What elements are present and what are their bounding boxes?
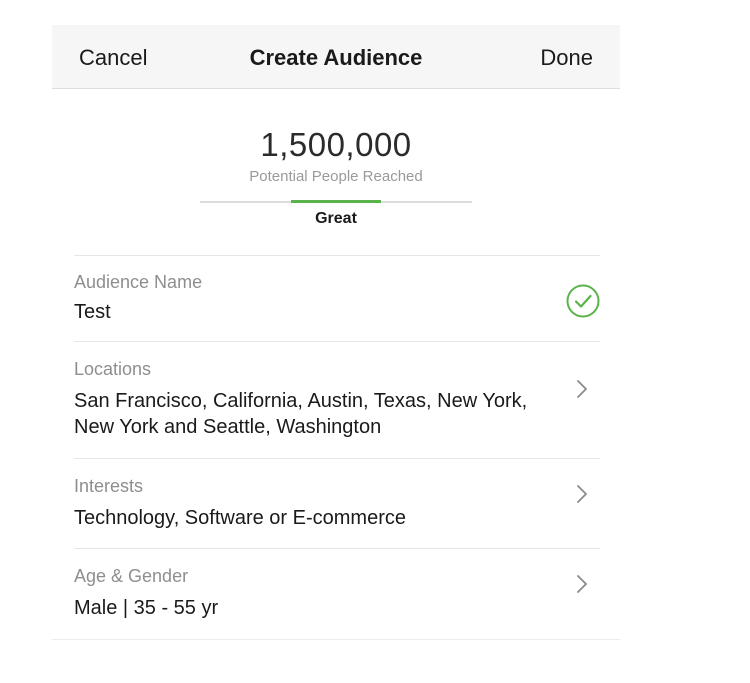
potential-reach-count: 1,500,000 xyxy=(260,126,412,163)
navigation-bar: Cancel Create Audience Done xyxy=(52,25,620,89)
audience-name-row[interactable]: Audience Name Test xyxy=(74,255,600,342)
chevron-right-icon xyxy=(576,574,588,599)
page-title: Create Audience xyxy=(249,45,423,70)
age-gender-row[interactable]: Age & Gender Male | 35 - 55 yr xyxy=(74,548,600,639)
audience-name-label: Audience Name xyxy=(74,272,203,292)
potential-reach-caption: Potential People Reached xyxy=(249,168,423,185)
audience-quality-meter xyxy=(200,200,472,203)
audience-reach-panel: 1,500,000 Potential People Reached Great xyxy=(52,89,620,255)
age-gender-value: Male | 35 - 55 yr xyxy=(74,597,219,619)
list-bottom-divider xyxy=(52,639,620,640)
locations-value: San Francisco, California, Austin, Texas… xyxy=(74,390,528,438)
interests-row[interactable]: Interests Technology, Software or E-comm… xyxy=(74,458,600,549)
create-audience-screen: Cancel Create Audience Done 1,500,000 Po… xyxy=(52,25,620,640)
audience-quality-label: Great xyxy=(315,210,357,227)
interests-label: Interests xyxy=(74,476,144,496)
checkmark-circle-icon xyxy=(566,284,600,323)
locations-row[interactable]: Locations San Francisco, California, Aus… xyxy=(74,341,600,459)
audience-quality-meter-fill xyxy=(291,200,381,203)
chevron-right-icon xyxy=(576,379,588,404)
age-gender-label: Age & Gender xyxy=(74,566,189,586)
done-button[interactable]: Done xyxy=(540,45,593,71)
audience-name-value: Test xyxy=(74,301,111,323)
locations-label: Locations xyxy=(74,359,152,379)
interests-value: Technology, Software or E-commerce xyxy=(74,507,406,529)
chevron-right-icon xyxy=(576,484,588,509)
